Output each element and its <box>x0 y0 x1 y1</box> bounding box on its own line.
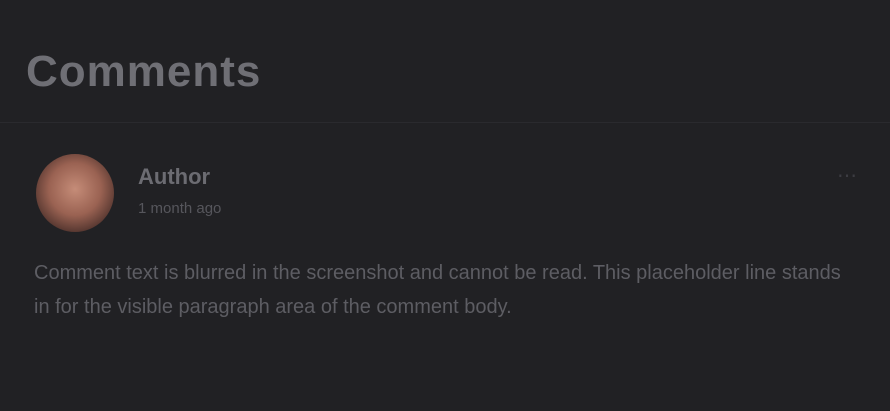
comment-card: Author 1 month ago ⋯ Comment text is blu… <box>26 142 872 404</box>
comment-author[interactable]: Author <box>138 164 210 190</box>
more-icon[interactable]: ⋯ <box>832 160 862 190</box>
comments-page: Comments Author 1 month ago ⋯ Comment te… <box>0 0 890 411</box>
comment-body: Comment text is blurred in the screensho… <box>34 262 841 318</box>
avatar[interactable] <box>36 154 114 232</box>
section-divider <box>0 122 890 123</box>
comment-meta: 1 month ago <box>138 200 222 217</box>
section-title: Comments <box>26 47 262 96</box>
